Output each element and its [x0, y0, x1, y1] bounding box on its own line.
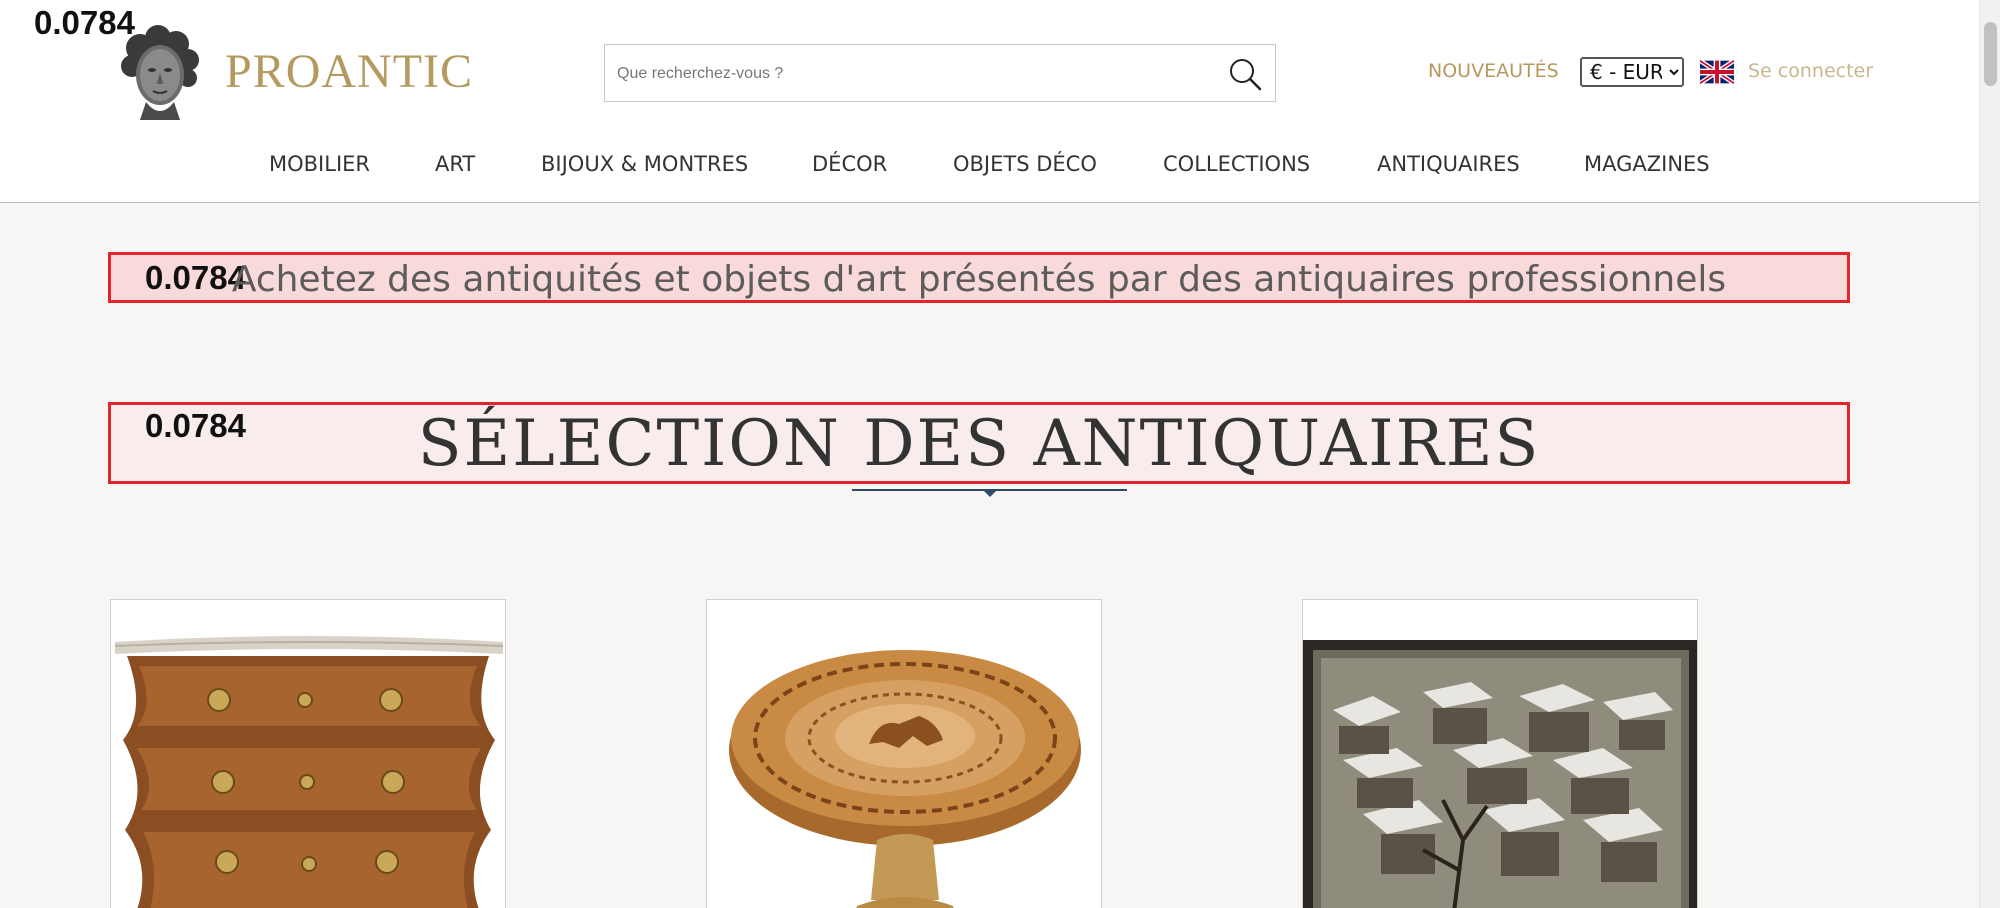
scrollbar-thumb[interactable]	[1984, 22, 1997, 86]
nav-item-mobilier[interactable]: MOBILIER	[269, 152, 370, 176]
nav-item-bijoux-montres[interactable]: BIJOUX & MONTRES	[541, 152, 748, 176]
nav-item-art[interactable]: ART	[435, 152, 475, 176]
title-caret-icon	[983, 490, 997, 497]
search-icon[interactable]	[1227, 56, 1263, 92]
main-nav: MOBILIER ART BIJOUX & MONTRES DÉCOR OBJE…	[0, 152, 1979, 182]
tagline-banner: 0.0784 Achetez des antiquités et objets …	[108, 252, 1850, 303]
site-header: 0.0784 PROANTIC NOUVEAUTÉS € - EUR Se co…	[0, 0, 1979, 203]
login-link[interactable]: Se connecter	[1748, 60, 1873, 82]
nav-item-decor[interactable]: DÉCOR	[812, 152, 887, 176]
uk-flag-icon[interactable]	[1700, 60, 1734, 84]
round-table-image	[729, 650, 1081, 908]
product-card-round-table[interactable]	[706, 599, 1102, 908]
nav-item-collections[interactable]: COLLECTIONS	[1163, 152, 1310, 176]
section-title: SÉLECTION DES ANTIQUAIRES	[417, 407, 1541, 481]
commode-image	[114, 636, 504, 908]
section-title-banner: 0.0784 SÉLECTION DES ANTIQUAIRES	[108, 402, 1850, 484]
nav-item-objets-deco[interactable]: OBJETS DÉCO	[953, 152, 1097, 176]
painting-image	[1303, 640, 1697, 908]
product-card-painting[interactable]	[1302, 599, 1698, 908]
search-input[interactable]	[617, 59, 1197, 89]
nav-item-magazines[interactable]: MAGAZINES	[1584, 152, 1710, 176]
currency-select[interactable]: € - EUR	[1580, 57, 1684, 87]
nouveautes-link[interactable]: NOUVEAUTÉS	[1428, 60, 1559, 82]
search-box	[604, 44, 1276, 102]
page-scrollbar[interactable]	[1979, 0, 2000, 908]
tagline-text: Achetez des antiquités et objets d'art p…	[231, 259, 1727, 300]
logo-text[interactable]: PROANTIC	[225, 44, 473, 99]
product-card-commode[interactable]	[110, 599, 506, 908]
score-label: 0.0784	[34, 4, 135, 41]
nav-item-antiquaires[interactable]: ANTIQUAIRES	[1377, 152, 1520, 176]
